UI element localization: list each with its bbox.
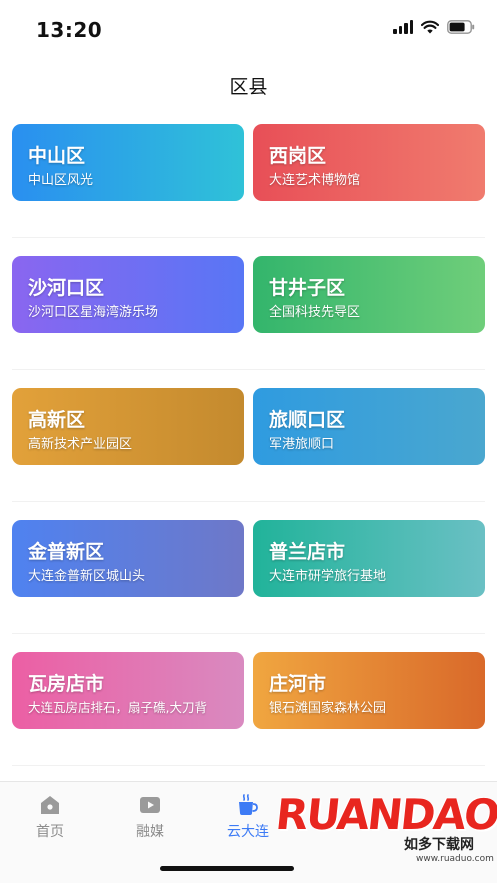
district-card-zhongshan[interactable]: 中山区 中山区风光 (12, 124, 244, 201)
watermark-url: www.ruaduo.com (416, 854, 494, 864)
row-divider (12, 765, 485, 766)
row-divider (12, 369, 485, 370)
card-caption: 高新技术产业园区 (28, 437, 133, 452)
wifi-icon (421, 20, 439, 34)
card-caption: 中山区风光 (28, 173, 94, 188)
card-caption: 全国科技先导区 (269, 305, 361, 320)
watermark-subtitle: 如多下载网 (404, 837, 474, 853)
home-icon (10, 794, 90, 816)
card-name: 西岗区 (269, 145, 327, 167)
page-title: 区县 (229, 76, 268, 98)
tab-label: 融媒 (136, 824, 164, 840)
card-name: 瓦房店市 (28, 673, 105, 695)
status-icons (393, 20, 475, 34)
status-time: 13:20 (36, 18, 103, 42)
watermark-logo: RUANDAO 如多下载网 www.ruaduo.com (273, 790, 497, 876)
district-card-zhuanghe[interactable]: 庄河市 银石滩国家森林公园 (253, 652, 485, 729)
card-caption: 大连金普新区城山头 (28, 569, 146, 584)
row-divider (12, 633, 485, 634)
card-caption: 银石滩国家森林公园 (269, 701, 387, 716)
card-caption: 大连瓦房店排石，扇子礁,大刀背 (28, 700, 207, 715)
watermark-text: RUANDAO (273, 790, 497, 839)
home-indicator (160, 866, 294, 871)
tab-home[interactable]: 首页 (10, 790, 90, 842)
district-card-lvshunkou[interactable]: 旅顺口区 军港旅顺口 (253, 388, 485, 465)
card-name: 沙河口区 (28, 277, 105, 299)
card-caption: 大连市研学旅行基地 (269, 569, 387, 584)
card-name: 旅顺口区 (269, 409, 346, 431)
card-caption: 军港旅顺口 (269, 437, 335, 452)
card-name: 中山区 (28, 145, 86, 167)
district-card-xigang[interactable]: 西岗区 大连艺术博物馆 (253, 124, 485, 201)
card-name: 庄河市 (269, 673, 327, 695)
district-card-pulandian[interactable]: 普兰店市 大连市研学旅行基地 (253, 520, 485, 597)
card-name: 金普新区 (28, 541, 105, 563)
row-divider (12, 501, 485, 502)
status-bar: 13:20 (0, 0, 497, 60)
battery-icon (447, 20, 475, 34)
row-divider (12, 237, 485, 238)
district-card-ganjingzi[interactable]: 甘井子区 全国科技先导区 (253, 256, 485, 333)
tab-label: 首页 (36, 824, 64, 840)
card-caption: 大连艺术博物馆 (269, 173, 361, 188)
card-caption: 沙河口区星海湾游乐场 (28, 305, 159, 320)
card-name: 普兰店市 (269, 541, 346, 563)
district-card-gaoxin[interactable]: 高新区 高新技术产业园区 (12, 388, 244, 465)
district-card-shahekou[interactable]: 沙河口区 沙河口区星海湾游乐场 (12, 256, 244, 333)
signal-icon (393, 20, 413, 34)
card-name: 高新区 (28, 409, 86, 431)
district-card-wafangdian[interactable]: 瓦房店市 大连瓦房店排石，扇子礁,大刀背 (12, 652, 244, 729)
video-icon (110, 794, 190, 816)
tab-media[interactable]: 融媒 (110, 790, 190, 842)
card-name: 甘井子区 (269, 277, 346, 299)
district-card-jinpu[interactable]: 金普新区 大连金普新区城山头 (12, 520, 244, 597)
